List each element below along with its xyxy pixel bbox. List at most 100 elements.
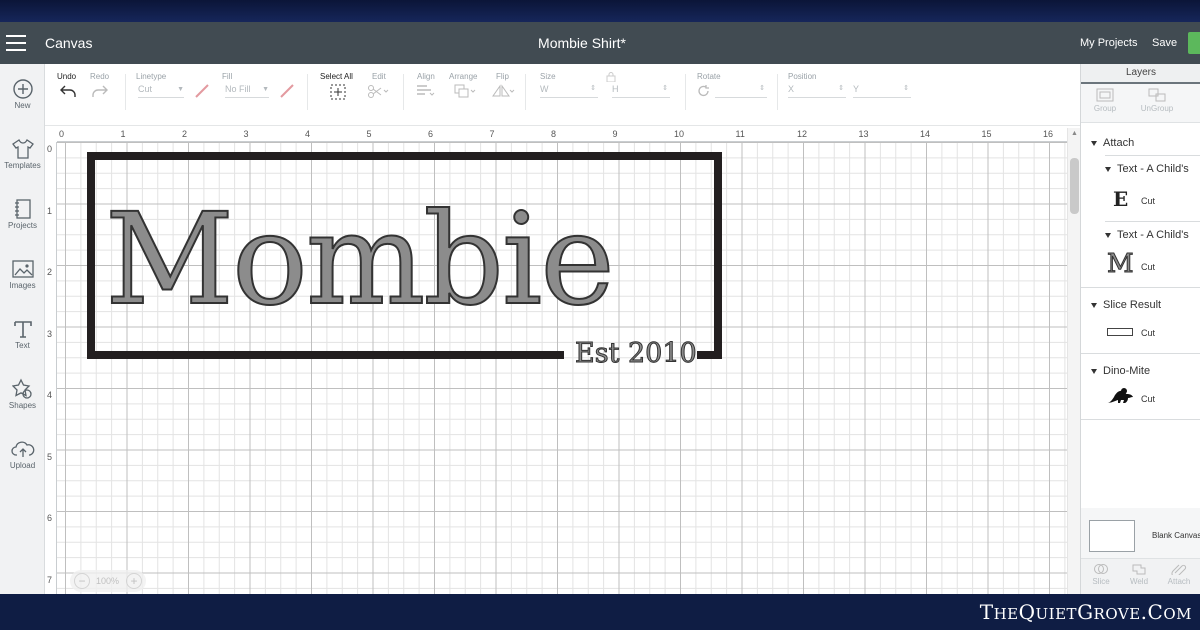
edit-toolbar: Undo Redo Linetype Cut ▼ Fill No Fill ▼ … (45, 64, 1080, 126)
width-input[interactable]: W ⇕ (540, 84, 598, 98)
zoom-out-button[interactable]: − (74, 573, 90, 589)
watermark-part: .C (1140, 600, 1164, 624)
weld-button[interactable]: Weld (1119, 563, 1159, 586)
layer-operation[interactable]: Cut (1141, 328, 1155, 338)
zoom-control: − 100% + (70, 570, 146, 592)
ruler-top-number: 3 (243, 129, 249, 139)
arrange-label: Arrange (449, 72, 478, 81)
undo-label: Undo (57, 72, 77, 81)
ruler-top-number: 14 (920, 129, 931, 139)
layer-operation[interactable]: Cut (1141, 262, 1155, 272)
templates-label: Templates (4, 161, 41, 170)
design-canvas[interactable]: Mombie Est 2010 − 100% + (57, 142, 1067, 594)
ruler-top-number: 11 (735, 129, 745, 139)
ruler-left-number: 2 (47, 267, 53, 277)
projects-label: Projects (8, 221, 37, 230)
ruler-top-number: 2 (182, 129, 188, 139)
attach-button[interactable]: Attach (1159, 563, 1199, 586)
stepper-icon: ⇕ (590, 85, 596, 92)
caret-down-icon (1105, 166, 1111, 172)
layer-attach-group[interactable]: Attach (1091, 137, 1134, 149)
layer-divider (1081, 419, 1200, 420)
slice-result-preview-icon (1107, 328, 1133, 336)
ruler-left-number: 6 (47, 513, 53, 523)
images-label: Images (9, 281, 36, 290)
layer-text-e[interactable]: Text - A Child's (1105, 163, 1189, 175)
ruler-top-number: 1 (120, 129, 126, 139)
layer-operation[interactable]: Cut (1141, 394, 1155, 404)
align-icon[interactable] (415, 84, 435, 98)
design-frame-top[interactable] (87, 152, 722, 160)
app-header: Canvas Mombie Shirt* My Projects Save (0, 22, 1200, 64)
layer-slice-result[interactable]: Slice Result (1091, 299, 1161, 311)
design-frame-bottom-end[interactable] (697, 351, 722, 359)
vertical-scroll-thumb[interactable] (1070, 158, 1079, 214)
layer-operation[interactable]: Cut (1141, 196, 1155, 206)
photo-frame-top (0, 0, 1200, 22)
watermark: THEQUIETGROVE.COM (980, 600, 1192, 624)
x-position-input[interactable]: X ⇕ (788, 84, 846, 98)
scissors-icon[interactable] (367, 84, 389, 98)
design-frame-right[interactable] (714, 152, 722, 359)
new-button[interactable]: New (0, 78, 45, 110)
text-button[interactable]: Text (0, 318, 45, 350)
ruler-top-number: 12 (797, 129, 808, 139)
zoom-in-button[interactable]: + (126, 573, 142, 589)
arrange-icon[interactable] (453, 84, 477, 98)
toolbar-divider (403, 74, 404, 110)
blank-canvas-swatch[interactable] (1089, 520, 1135, 552)
upload-button[interactable]: Upload (0, 438, 45, 470)
flip-icon[interactable] (491, 84, 515, 98)
fill-select[interactable]: No Fill ▼ (225, 84, 269, 98)
ruler-top-number: 10 (674, 129, 685, 139)
layer-dino-mite[interactable]: Dino-Mite (1091, 365, 1150, 377)
linetype-color-swatch[interactable] (194, 84, 210, 98)
layer-text-m[interactable]: Text - A Child's (1105, 229, 1189, 241)
layers-list: Attach Text - A Child's E Cut Text - A C… (1081, 122, 1200, 508)
est-2010-text[interactable]: Est 2010 (575, 338, 698, 369)
design-frame-left[interactable] (87, 152, 95, 359)
projects-button[interactable]: Projects (0, 198, 45, 230)
ungroup-button[interactable]: UnGroup (1137, 88, 1177, 113)
upload-icon (10, 441, 34, 457)
vertical-scrollbar[interactable]: ▲ (1067, 128, 1080, 594)
layers-tab[interactable]: Layers (1081, 64, 1200, 84)
zoom-level: 100% (96, 576, 120, 586)
select-all-icon[interactable] (330, 84, 346, 100)
undo-icon[interactable] (59, 84, 77, 98)
watermark-part: OM (1163, 605, 1192, 623)
my-projects-button[interactable]: My Projects (1080, 37, 1137, 49)
scroll-up-icon[interactable]: ▲ (1071, 130, 1078, 137)
slice-button[interactable]: Slice (1081, 563, 1121, 586)
ruler-top-number: 15 (981, 129, 992, 139)
ruler-left-number: 7 (47, 574, 53, 585)
left-toolbar: New Templates Projects Images Text Shape… (0, 64, 45, 594)
height-input[interactable]: H ⇕ (612, 84, 670, 98)
stepper-icon: ⇕ (759, 85, 765, 92)
watermark-part: G (1077, 600, 1094, 624)
layer-divider (1105, 221, 1200, 222)
ruler-left-number: 5 (47, 451, 53, 462)
images-button[interactable]: Images (0, 258, 45, 290)
save-button[interactable]: Save (1152, 37, 1177, 49)
lock-icon[interactable] (606, 72, 616, 82)
fill-color-swatch[interactable] (279, 84, 295, 98)
group-button[interactable]: Group (1085, 88, 1125, 113)
mombie-text[interactable]: Mombie (104, 196, 616, 324)
layer-label: Text - A Child's (1117, 163, 1189, 175)
watermark-part: T (979, 600, 994, 624)
templates-button[interactable]: Templates (0, 138, 45, 170)
attach-label: Attach (1167, 577, 1191, 586)
redo-icon[interactable] (91, 84, 109, 98)
redo-label: Redo (90, 72, 110, 81)
ruler-top-number: 7 (489, 129, 495, 139)
linetype-select[interactable]: Cut ▼ (138, 84, 184, 98)
y-position-input[interactable]: Y ⇕ (853, 84, 911, 98)
design-frame-bottom[interactable] (87, 351, 564, 359)
shapes-button[interactable]: Shapes (0, 378, 45, 410)
rotate-input[interactable]: ⇕ (715, 84, 767, 98)
group-icon (1096, 88, 1114, 102)
ruler-top-number: 9 (612, 129, 618, 139)
stepper-icon: ⇕ (903, 85, 909, 92)
make-it-button[interactable] (1188, 32, 1200, 54)
